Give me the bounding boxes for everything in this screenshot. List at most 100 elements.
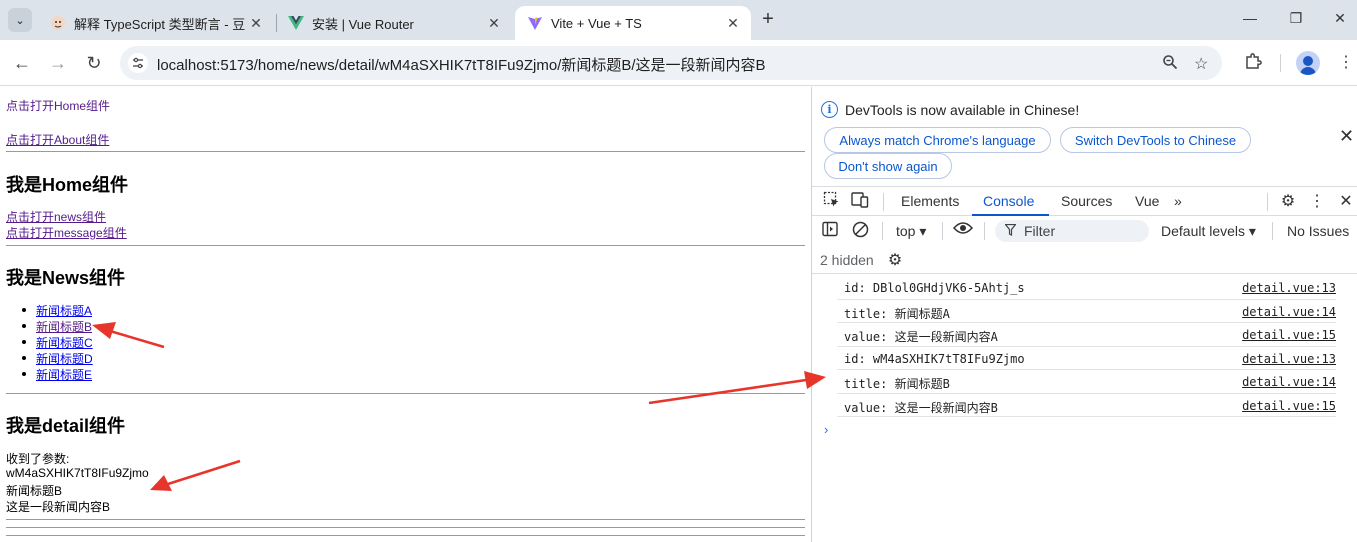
divider	[6, 527, 805, 528]
url-text[interactable]: localhost:5173/home/news/detail/wM4aSXHI…	[157, 54, 766, 75]
close-banner-icon[interactable]: ✕	[1339, 126, 1354, 147]
divider	[6, 151, 805, 152]
settings-gear-icon[interactable]: ⚙	[1278, 191, 1298, 211]
log-source-link[interactable]: detail.vue:13	[1242, 352, 1336, 366]
tab-sources[interactable]: Sources	[1061, 193, 1112, 209]
more-menu-icon[interactable]: ⋮	[1338, 52, 1354, 72]
log-source-link[interactable]: detail.vue:13	[1242, 281, 1336, 295]
console-log-row: title: 新闻标题A detail.vue:14	[837, 300, 1336, 323]
divider	[6, 245, 805, 246]
profile-avatar[interactable]	[1296, 51, 1320, 75]
address-bar[interactable]: localhost:5173/home/news/detail/wM4aSXHI…	[120, 46, 1222, 80]
console-settings-gear-icon[interactable]: ⚙	[885, 250, 905, 270]
console-toolbar: top ▾ Filter Default levels ▾ No Issues	[812, 216, 1357, 246]
restore-icon[interactable]: ❐	[1286, 10, 1306, 27]
browser-tab-strip: ⌄ 解释 TypeScript 类型断言 - 豆 ✕ 安装 | Vue Rout…	[0, 0, 1357, 40]
divider	[6, 519, 805, 520]
news-item-link[interactable]: 新闻标题D	[36, 350, 93, 367]
info-icon: i	[821, 101, 838, 118]
toolbar-divider	[1272, 222, 1273, 240]
console-log-row: value: 这是一段新闻内容B detail.vue:15	[837, 394, 1336, 417]
list-bullet	[22, 324, 26, 328]
tab-vue[interactable]: Vue	[1135, 193, 1159, 209]
log-message: id: DBlol0GHdjVK6-5Ahtj_s	[844, 281, 1025, 295]
switch-to-chinese-button[interactable]: Switch DevTools to Chinese	[1060, 127, 1251, 153]
toolbar-divider	[882, 222, 883, 240]
vue-favicon-icon	[288, 15, 304, 31]
tab-console[interactable]: Console	[983, 193, 1034, 209]
tab-elements[interactable]: Elements	[901, 193, 959, 209]
toolbar-divider	[942, 222, 943, 240]
console-prompt[interactable]: ›	[824, 422, 828, 437]
detail-component-heading: 我是detail组件	[6, 416, 126, 436]
news-item-link[interactable]: 新闻标题B	[36, 318, 92, 335]
tab-search-button[interactable]: ⌄	[8, 8, 32, 32]
news-item-link[interactable]: 新闻标题E	[36, 366, 92, 383]
tab-title: 解释 TypeScript 类型断言 - 豆	[74, 16, 246, 32]
toolbar-divider	[1267, 193, 1268, 211]
browser-tab-typescript[interactable]: 解释 TypeScript 类型断言 - 豆 ✕	[38, 6, 274, 40]
new-tab-button[interactable]: +	[758, 9, 778, 30]
log-source-link[interactable]: detail.vue:15	[1242, 399, 1336, 413]
site-info-icon[interactable]	[128, 53, 148, 73]
log-source-link[interactable]: detail.vue:14	[1242, 305, 1336, 319]
inspect-element-icon[interactable]	[821, 191, 841, 213]
chevron-down-icon: ⌄	[15, 14, 25, 27]
browser-toolbar: ← → ↻ localhost:5173/home/news/detail/wM…	[0, 40, 1357, 86]
news-item-link[interactable]: 新闻标题C	[36, 334, 93, 351]
banner-text: DevTools is now available in Chinese!	[845, 101, 1080, 118]
log-levels-dropdown[interactable]: Default levels ▾	[1161, 223, 1256, 240]
news-item-link[interactable]: 新闻标题A	[36, 302, 92, 319]
dont-show-again-button[interactable]: Don't show again	[824, 153, 952, 179]
extensions-icon[interactable]	[1244, 52, 1262, 75]
list-bullet	[22, 356, 26, 360]
devtools-more-icon[interactable]: ⋮	[1307, 191, 1327, 211]
console-log-row: title: 新闻标题B detail.vue:14	[837, 370, 1336, 394]
minimize-icon[interactable]: —	[1240, 10, 1260, 26]
close-tab-icon[interactable]: ✕	[248, 15, 264, 31]
reload-icon[interactable]: ↻	[83, 52, 105, 74]
list-bullet	[22, 372, 26, 376]
browser-tab-vite[interactable]: Vite + Vue + TS ✕	[515, 6, 751, 40]
context-selector[interactable]: top ▾	[896, 223, 926, 240]
always-match-language-button[interactable]: Always match Chrome's language	[824, 127, 1051, 153]
param-id-value: wM4aSXHIK7tT8IFu9Zjmo	[6, 466, 149, 480]
message-link[interactable]: 点击打开message组件	[6, 224, 127, 241]
vite-favicon-icon	[527, 15, 543, 31]
divider	[6, 535, 805, 536]
tab-title: Vite + Vue + TS	[551, 15, 642, 31]
console-filter-input[interactable]: Filter	[995, 220, 1149, 242]
received-params-label: 收到了参数:	[6, 452, 70, 466]
log-message: value: 这是一段新闻内容A	[844, 330, 998, 344]
close-window-icon[interactable]: ✕	[1330, 10, 1350, 27]
toolbar-divider	[1280, 54, 1281, 72]
toolbar-divider	[984, 222, 985, 240]
clear-console-icon[interactable]	[850, 221, 870, 243]
console-log-row: id: wM4aSXHIK7tT8IFu9Zjmo detail.vue:13	[837, 347, 1336, 370]
param-content-value: 这是一段新闻内容B	[6, 500, 111, 514]
sidebar-toggle-icon[interactable]	[820, 221, 840, 242]
close-tab-icon[interactable]: ✕	[486, 15, 502, 31]
close-devtools-icon[interactable]: ✕	[1336, 191, 1356, 211]
list-bullet	[22, 308, 26, 312]
back-arrow-icon[interactable]: ←	[11, 52, 33, 74]
console-log-row: value: 这是一段新闻内容A detail.vue:15	[837, 323, 1336, 347]
forward-arrow-icon[interactable]: →	[47, 52, 69, 74]
hidden-count: 2 hidden	[820, 252, 874, 268]
more-tabs-chevron-icon[interactable]: »	[1174, 193, 1182, 209]
issues-button[interactable]: No Issues	[1287, 223, 1349, 239]
close-tab-icon[interactable]: ✕	[725, 15, 741, 31]
param-title-value: 新闻标题B	[6, 484, 63, 498]
hidden-messages-row: 2 hidden ⚙	[812, 246, 1357, 274]
filter-funnel-icon	[1004, 223, 1017, 239]
about-link[interactable]: 点击打开About组件	[6, 131, 109, 148]
zoom-icon[interactable]	[1162, 54, 1178, 75]
bookmark-star-icon[interactable]: ☆	[1194, 54, 1208, 74]
live-expression-eye-icon[interactable]	[952, 221, 974, 240]
browser-tab-vue-router[interactable]: 安装 | Vue Router ✕	[276, 6, 512, 40]
news-link[interactable]: 点击打开news组件	[6, 208, 106, 225]
device-toolbar-icon[interactable]	[850, 191, 870, 213]
home-link-heading[interactable]: 点击打开Home组件	[6, 97, 110, 114]
log-source-link[interactable]: detail.vue:14	[1242, 375, 1336, 389]
log-source-link[interactable]: detail.vue:15	[1242, 328, 1336, 342]
